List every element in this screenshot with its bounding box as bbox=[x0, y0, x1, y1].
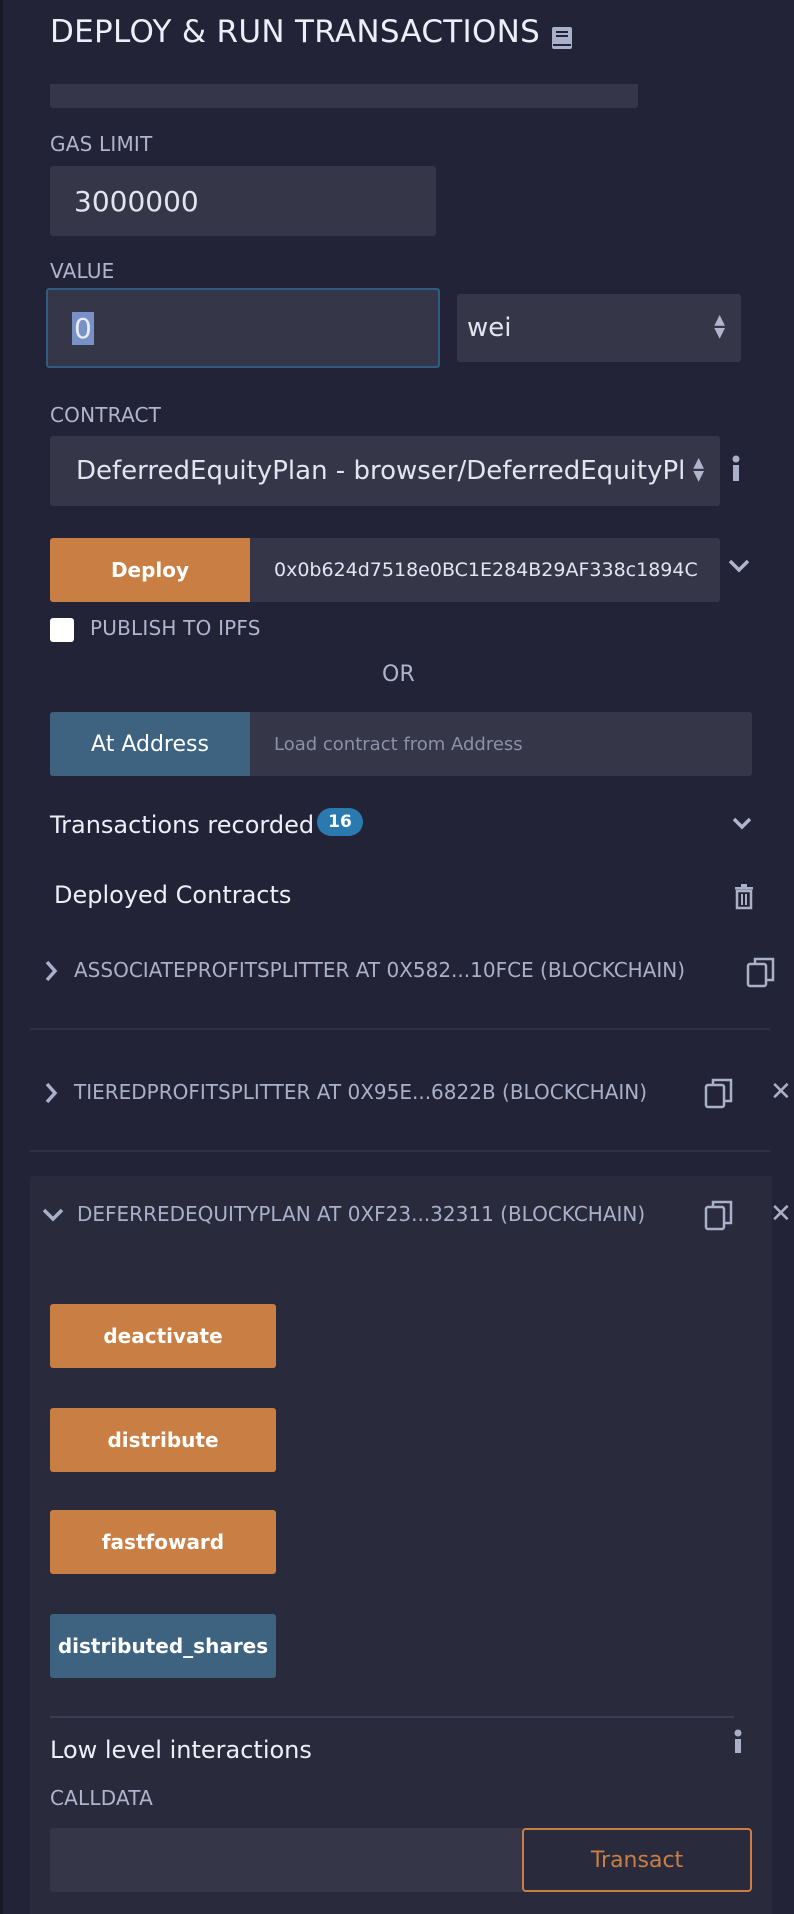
function-button-distributed-shares[interactable]: distributed_shares bbox=[50, 1614, 276, 1678]
close-icon[interactable]: ✕ bbox=[770, 1199, 792, 1229]
deployed-contract-title[interactable]: DEFERREDEQUITYPLAN AT 0XF23...32311 (BLO… bbox=[77, 1202, 645, 1226]
at-address-placeholder: Load contract from Address bbox=[274, 733, 523, 755]
gas-limit-input[interactable]: 3000000 bbox=[50, 166, 436, 236]
contract-select[interactable]: DeferredEquityPlan - browser/DeferredEqu… bbox=[50, 436, 720, 506]
copy-icon[interactable] bbox=[746, 956, 776, 992]
value-label: VALUE bbox=[50, 259, 115, 283]
copy-icon[interactable] bbox=[704, 1199, 734, 1235]
contract-selected: DeferredEquityPlan - browser/DeferredEqu… bbox=[76, 456, 684, 486]
chevron-down-icon[interactable] bbox=[732, 816, 752, 835]
select-arrows-icon: ▲ ▼ bbox=[693, 455, 704, 484]
close-icon[interactable]: ✕ bbox=[770, 1077, 792, 1107]
gas-limit-value: 3000000 bbox=[74, 184, 199, 218]
chevron-down-icon[interactable] bbox=[728, 558, 750, 577]
value-input[interactable]: 0 bbox=[46, 288, 440, 368]
function-button-distribute[interactable]: distribute bbox=[50, 1408, 276, 1472]
or-text: OR bbox=[382, 662, 416, 687]
function-button-fastfoward[interactable]: fastfoward bbox=[50, 1510, 276, 1574]
at-address-input[interactable]: Load contract from Address bbox=[250, 712, 752, 776]
chevron-right-icon[interactable] bbox=[44, 960, 58, 986]
deployed-contract-title[interactable]: ASSOCIATEPROFITSPLITTER AT 0X582...10FCE… bbox=[74, 958, 685, 982]
at-address-button[interactable]: At Address bbox=[50, 712, 250, 776]
chevron-down-icon[interactable] bbox=[42, 1207, 64, 1226]
publish-label: PUBLISH TO IPFS bbox=[90, 616, 261, 640]
transactions-count-badge: 16 bbox=[317, 808, 363, 836]
info-icon[interactable] bbox=[730, 452, 742, 486]
value-unit: wei bbox=[467, 313, 512, 343]
publish-checkbox[interactable] bbox=[50, 618, 74, 642]
book-icon[interactable] bbox=[551, 26, 573, 50]
divider bbox=[30, 1028, 770, 1030]
info-icon[interactable] bbox=[732, 1728, 744, 1756]
gas-limit-label: GAS LIMIT bbox=[50, 132, 153, 156]
transactions-recorded-label[interactable]: Transactions recorded bbox=[50, 811, 314, 839]
low-level-interactions-label: Low level interactions bbox=[50, 1736, 312, 1764]
panel-title: DEPLOY & RUN TRANSACTIONS bbox=[50, 14, 541, 50]
value-unit-select[interactable]: wei ▲ ▼ bbox=[457, 294, 741, 362]
divider bbox=[30, 1150, 770, 1152]
trash-icon[interactable] bbox=[734, 884, 754, 914]
deployed-contract-title[interactable]: TIEREDPROFITSPLITTER AT 0X95E...6822B (B… bbox=[74, 1080, 647, 1104]
panel-left-border bbox=[0, 0, 3, 1914]
function-button-deactivate[interactable]: deactivate bbox=[50, 1304, 276, 1368]
calldata-label: CALLDATA bbox=[50, 1786, 154, 1810]
deploy-args-value: 0x0b624d7518e0BC1E284B29AF338c1894C bbox=[274, 559, 698, 581]
deploy-button[interactable]: Deploy bbox=[50, 538, 250, 602]
chevron-right-icon[interactable] bbox=[44, 1082, 58, 1108]
deploy-args-input[interactable]: 0x0b624d7518e0BC1E284B29AF338c1894C bbox=[250, 538, 720, 602]
contract-label: CONTRACT bbox=[50, 403, 162, 427]
account-select[interactable] bbox=[50, 84, 638, 108]
calldata-input[interactable] bbox=[50, 1828, 524, 1892]
divider bbox=[50, 1716, 734, 1718]
select-arrows-icon: ▲ ▼ bbox=[714, 312, 725, 341]
value-amount: 0 bbox=[72, 311, 94, 345]
transact-button[interactable]: Transact bbox=[522, 1828, 752, 1892]
deployed-contracts-label: Deployed Contracts bbox=[54, 881, 292, 909]
copy-icon[interactable] bbox=[704, 1077, 734, 1113]
